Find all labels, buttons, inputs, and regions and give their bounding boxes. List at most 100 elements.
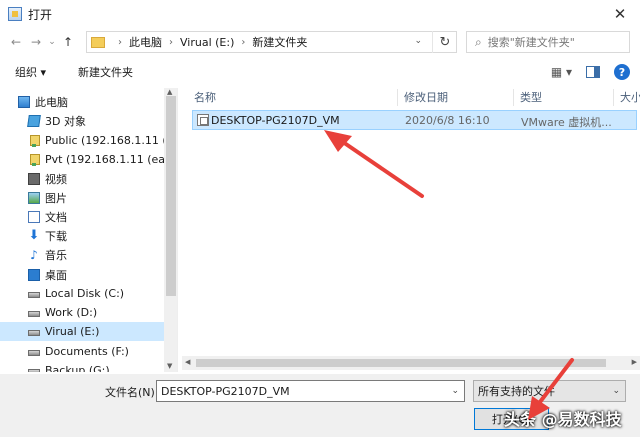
sidebar-scrollbar[interactable]: ▲ ▼ [164,88,177,372]
chevron-right-icon: › [241,36,246,48]
filename-value: DESKTOP-PG2107D_VM [161,384,290,398]
sidebar-item-documents[interactable]: 文档 [28,207,164,226]
window-title: 打开 [28,7,53,22]
refresh-icon[interactable]: ↻ [432,31,457,53]
sidebar-item-label: 桌面 [45,268,67,282]
scroll-up-icon[interactable]: ▲ [167,88,172,96]
scroll-left-icon[interactable]: ◀ [185,358,190,366]
3d-objects-icon [27,114,41,127]
search-icon: ⌕ [475,34,482,49]
drive-icon [28,369,40,372]
scroll-down-icon[interactable]: ▼ [167,362,172,370]
sidebar-item-label: 视频 [45,172,67,186]
filename-label: 文件名(N): [105,386,159,399]
view-options-icon[interactable]: ▦ ▾ [551,65,572,79]
sidebar-item-documents-f[interactable]: Documents (F:) [28,342,164,361]
column-header-name[interactable]: 名称 [188,89,398,106]
sidebar-item-3d-objects[interactable]: 3D 对象 [27,111,164,130]
horizontal-scrollbar[interactable]: ◀ ▶ [182,356,640,370]
sidebar-item-downloads[interactable]: ⬇ 下载 [28,226,164,245]
sidebar-item-label: Work (D:) [45,306,98,319]
drive-icon [28,330,40,336]
chevron-down-icon[interactable]: ⌄ [612,386,620,396]
back-arrow-icon[interactable]: ← [6,31,26,53]
title-bar: 打开 ✕ [0,0,640,28]
column-header-type[interactable]: 类型 [514,89,614,106]
close-icon[interactable]: ✕ [600,0,640,28]
scrollbar-thumb[interactable] [196,359,606,367]
up-arrow-icon[interactable]: ↑ [58,31,78,53]
chevron-right-icon: › [118,36,122,48]
desktop-icon [28,268,40,281]
app-icon [8,7,22,21]
vmware-file-icon [197,114,209,126]
documents-icon [28,210,40,223]
sidebar-item-label: Documents (F:) [45,345,129,358]
search-input[interactable]: ⌕ 搜索"新建文件夹" [466,31,630,53]
sidebar-item-backup-g[interactable]: Backup (G:) [28,361,164,372]
sidebar-item-label: Local Disk (C:) [45,287,125,300]
sidebar-item-label: 3D 对象 [45,114,86,128]
table-row[interactable]: DESKTOP-PG2107D_VM 2020/6/8 16:10 VMware… [192,110,637,130]
chevron-right-icon: › [169,36,173,48]
sidebar-item-label: 图片 [45,191,67,205]
downloads-icon: ⬇ [28,227,40,243]
view-controls: ▦ ▾ ? [551,64,630,80]
sidebar-item-work-d[interactable]: Work (D:) [28,303,164,322]
drive-icon [28,292,40,298]
preview-pane-icon[interactable] [586,66,600,78]
command-bar: 组织 ▾ 新建文件夹 ▦ ▾ ? [0,58,640,86]
sidebar-item-videos[interactable]: 视频 [28,169,164,188]
file-type: VMware 虚拟机... [521,116,612,129]
column-headers: 名称 修改日期 类型 大小 [182,88,640,106]
column-header-modified[interactable]: 修改日期 [398,89,514,106]
scrollbar-thumb[interactable] [166,96,176,296]
sidebar-item-pvt[interactable]: Pvt (192.168.1.11 (eassos_ [28,150,164,169]
breadcrumb-item[interactable]: Virual (E:) [180,36,234,49]
sidebar-item-label: 音乐 [45,248,67,262]
video-icon [28,172,40,185]
forward-arrow-icon[interactable]: → [26,31,46,53]
sidebar-item-label: 下载 [45,229,67,243]
network-drive-icon [28,153,40,166]
sidebar-item-label: Pvt (192.168.1.11 (eassos_ [45,153,164,166]
sidebar-item-public[interactable]: Public (192.168.1.11 (easso [28,131,164,150]
scroll-right-icon[interactable]: ▶ [632,358,637,366]
sidebar-item-label: Public (192.168.1.11 (easso [45,134,164,147]
watermark: 头条 @易数科技 [504,410,622,429]
file-type-select[interactable]: 所有支持的文件 ⌄ [473,380,626,402]
sidebar-item-label: 文档 [45,210,67,224]
column-header-size[interactable]: 大小 [614,89,640,106]
sidebar-item-label: Virual (E:) [45,325,100,338]
file-modified: 2020/6/8 16:10 [405,114,490,127]
filename-input[interactable]: DESKTOP-PG2107D_VM ⌄ [156,380,465,402]
navigation-pane: 此电脑 3D 对象 Public (192.168.1.11 (easso Pv… [0,88,178,372]
organize-button[interactable]: 组织 ▾ [15,64,46,80]
file-name: DESKTOP-PG2107D_VM [211,114,340,127]
breadcrumb-item[interactable]: 新建文件夹 [252,34,307,50]
file-type-value: 所有支持的文件 [478,385,555,398]
sidebar-item-local-disk-c[interactable]: Local Disk (C:) [28,284,164,303]
dialog-footer: 文件名(N): DESKTOP-PG2107D_VM ⌄ 所有支持的文件 ⌄ 打… [0,374,640,437]
sidebar-item-music[interactable]: ♪ 音乐 [28,245,164,264]
address-bar[interactable]: › 此电脑 › Virual (E:) › 新建文件夹 ⌄ [86,31,457,53]
sidebar-item-this-pc[interactable]: 此电脑 [18,92,164,111]
pictures-icon [28,191,40,204]
help-icon[interactable]: ? [614,64,630,80]
chevron-down-icon[interactable]: ⌄ [414,36,422,46]
sidebar-item-virual-e[interactable]: Virual (E:) [0,322,164,341]
new-folder-button[interactable]: 新建文件夹 [78,64,133,80]
drive-icon [28,350,40,356]
sidebar-item-label: 此电脑 [35,95,68,109]
file-list: 名称 修改日期 类型 大小 DESKTOP-PG2107D_VM 2020/6/… [182,88,640,372]
sidebar-item-desktop[interactable]: 桌面 [28,265,164,284]
network-drive-icon [28,134,40,147]
pc-icon [18,95,30,108]
sidebar-item-pictures[interactable]: 图片 [28,188,164,207]
chevron-down-icon[interactable]: ⌄ [451,386,459,396]
folder-icon [91,36,105,48]
search-placeholder: 搜索"新建文件夹" [487,36,575,49]
breadcrumb-item[interactable]: 此电脑 [129,34,162,50]
sidebar-item-label: Backup (G:) [45,364,110,372]
recent-locations-icon[interactable]: ⌄ [46,31,58,53]
